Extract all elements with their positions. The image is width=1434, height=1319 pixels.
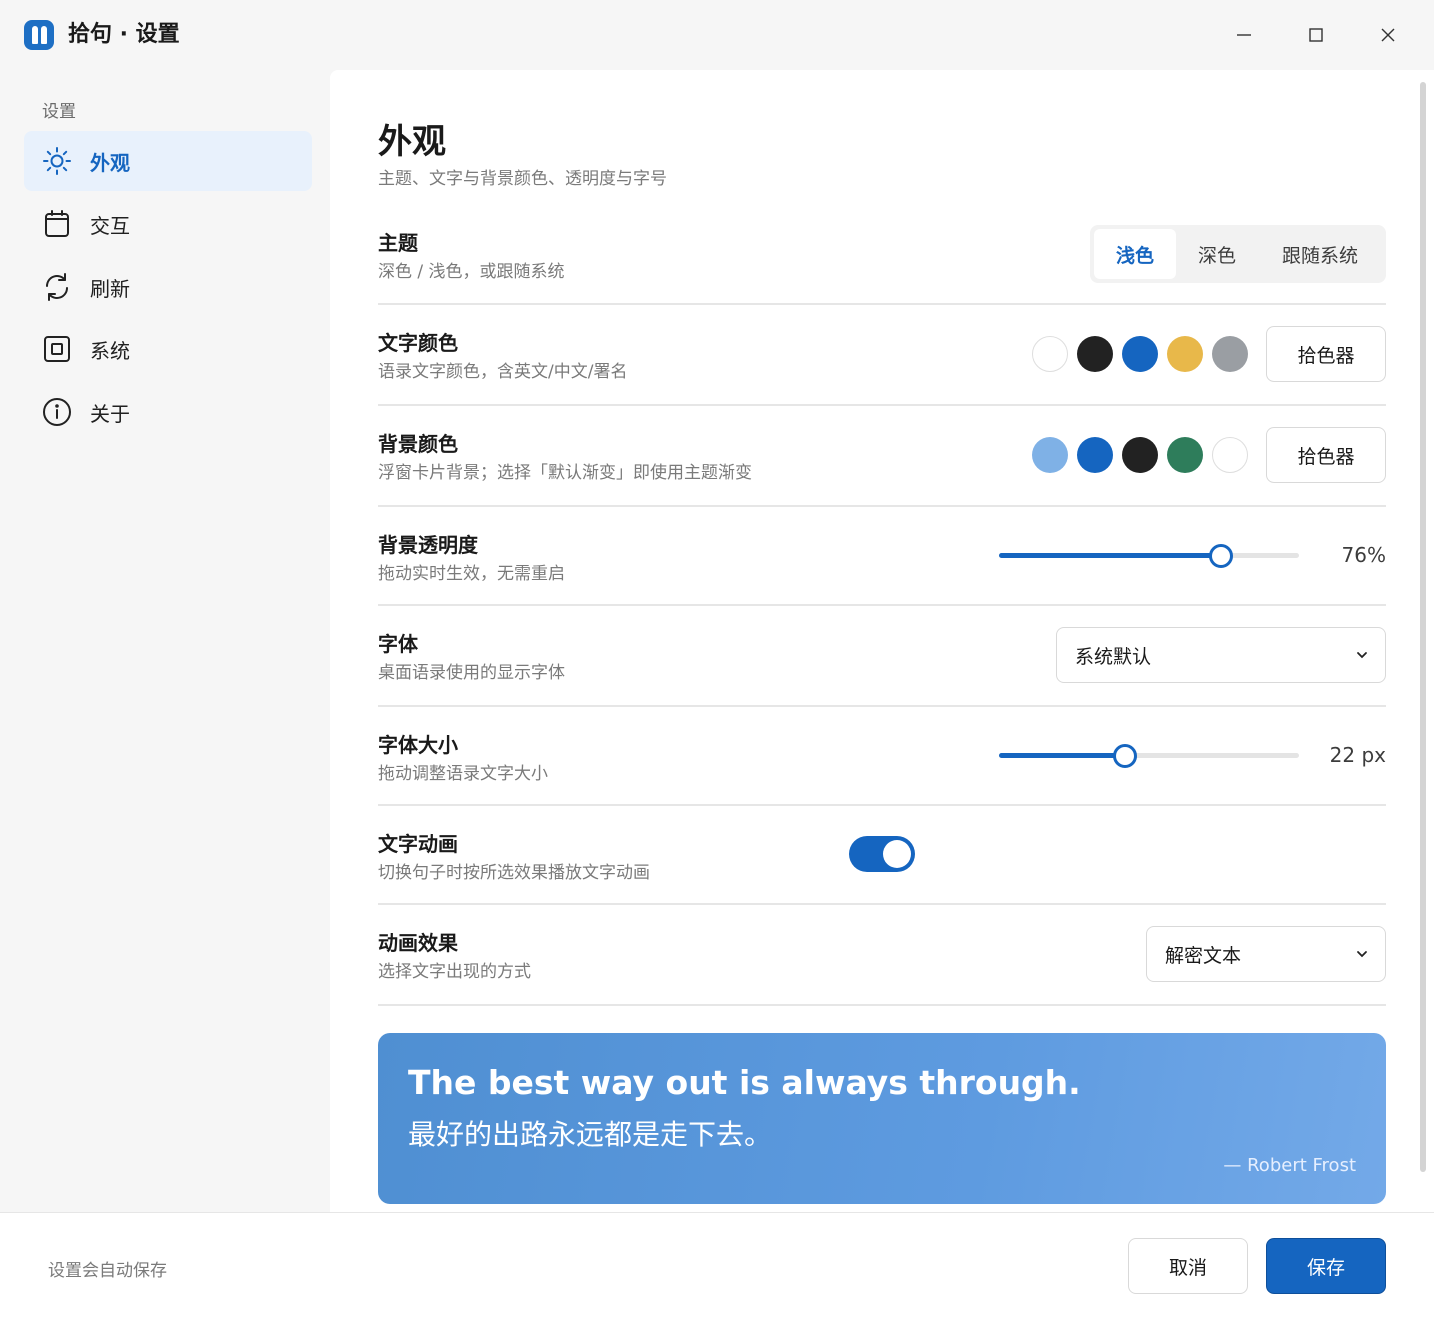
bg-color-swatch-black[interactable] [1122, 437, 1158, 473]
theme-segmented-control: 浅色 深色 跟随系统 [1090, 225, 1386, 283]
maximize-icon [1309, 28, 1323, 42]
minimize-icon [1237, 34, 1251, 36]
row-description: 浮窗卡片背景；选择「默认渐变」即使用主题渐变 [378, 463, 752, 483]
row-title: 文字动画 [378, 832, 458, 856]
font-size-row: 字体大小 拖动调整语录文字大小 22 px [378, 707, 1386, 806]
font-size-value: 22 px [1329, 743, 1386, 767]
theme-option-light[interactable]: 浅色 [1094, 229, 1176, 279]
animation-effect-select[interactable]: 解密文本 [1146, 926, 1386, 982]
sidebar-item-about[interactable]: 关于 [24, 382, 312, 442]
bg-color-swatch-default-gradient[interactable] [1032, 437, 1068, 473]
sun-icon [40, 144, 74, 178]
bg-color-row: 背景颜色 浮窗卡片背景；选择「默认渐变」即使用主题渐变 拾色器 [378, 406, 1386, 507]
cancel-button[interactable]: 取消 [1128, 1238, 1248, 1294]
preview-english-quote: The best way out is always through. [408, 1063, 1081, 1102]
opacity-row: 背景透明度 拖动实时生效，无需重启 76% [378, 507, 1386, 606]
page-subtitle: 主题、文字与背景颜色、透明度与字号 [378, 169, 667, 189]
maximize-button[interactable] [1301, 20, 1331, 50]
info-icon [40, 395, 74, 429]
text-animation-row: 文字动画 切换句子时按所选效果播放文字动画 [378, 806, 1386, 905]
footer-bar: 设置会自动保存 取消 保存 [0, 1212, 1434, 1319]
calendar-icon [40, 207, 74, 241]
text-color-swatch-gray[interactable] [1212, 336, 1248, 372]
sidebar-item-interaction[interactable]: 交互 [24, 194, 312, 254]
quote-preview-card: The best way out is always through. 最好的出… [378, 1033, 1386, 1204]
opacity-value: 76% [1341, 543, 1386, 567]
row-description: 桌面语录使用的显示字体 [378, 663, 565, 683]
row-title: 字体 [378, 632, 418, 656]
row-title: 主题 [378, 231, 418, 255]
sidebar-item-label: 刷新 [90, 276, 130, 301]
sidebar-item-appearance[interactable]: 外观 [24, 131, 312, 191]
font-select-value: 系统默认 [1075, 645, 1152, 668]
row-description: 拖动实时生效，无需重启 [378, 564, 565, 584]
row-description: 选择文字出现的方式 [378, 962, 531, 982]
text-color-picker-button[interactable]: 拾色器 [1266, 326, 1386, 382]
row-title: 背景颜色 [378, 432, 458, 456]
theme-option-dark[interactable]: 深色 [1176, 229, 1258, 279]
sidebar-header: 设置 [42, 102, 76, 122]
minimize-button[interactable] [1229, 20, 1259, 50]
row-title: 字体大小 [378, 733, 458, 757]
save-button[interactable]: 保存 [1266, 1238, 1386, 1294]
sidebar-item-label: 交互 [90, 213, 130, 238]
close-button[interactable] [1373, 20, 1403, 50]
bg-color-swatch-blue[interactable] [1077, 437, 1113, 473]
text-animation-toggle[interactable] [849, 836, 915, 872]
quote-logo-icon [24, 20, 54, 50]
sidebar-item-refresh[interactable]: 刷新 [24, 257, 312, 317]
autosave-hint: 设置会自动保存 [48, 1261, 167, 1281]
text-color-row: 文字颜色 语录文字颜色，含英文/中文/署名 拾色器 [378, 305, 1386, 406]
divider [378, 1004, 1386, 1006]
slider-thumb[interactable] [1113, 744, 1137, 768]
bg-color-swatch-green[interactable] [1167, 437, 1203, 473]
row-title: 背景透明度 [378, 533, 478, 557]
close-icon [1381, 28, 1395, 42]
font-select[interactable]: 系统默认 [1056, 627, 1386, 683]
row-title: 文字颜色 [378, 331, 458, 355]
text-color-swatch-white[interactable] [1032, 336, 1068, 372]
row-title: 动画效果 [378, 931, 458, 955]
settings-panel: 外观 主题、文字与背景颜色、透明度与字号 主题 深色 / 浅色，或跟随系统 浅色… [330, 70, 1434, 1212]
toggle-knob [883, 840, 911, 868]
sidebar-item-label: 关于 [90, 401, 130, 426]
sidebar-item-label: 系统 [90, 338, 130, 363]
preview-chinese-quote: 最好的出路永远都是走下去。 [408, 1118, 773, 1151]
sidebar-item-label: 外观 [90, 150, 130, 175]
sidebar: 设置 外观 交互 刷新 系统 关于 [0, 70, 330, 1212]
chevron-down-icon [1357, 652, 1367, 659]
row-description: 拖动调整语录文字大小 [378, 764, 548, 784]
text-color-swatch-yellow[interactable] [1167, 336, 1203, 372]
bg-color-picker-button[interactable]: 拾色器 [1266, 427, 1386, 483]
row-description: 深色 / 浅色，或跟随系统 [378, 262, 565, 282]
bg-color-swatch-white[interactable] [1212, 437, 1248, 473]
theme-row: 主题 深色 / 浅色，或跟随系统 浅色 深色 跟随系统 [378, 225, 1386, 305]
window-title: 拾句 · 设置 [68, 22, 180, 47]
font-row: 字体 桌面语录使用的显示字体 系统默认 [378, 606, 1386, 707]
animation-effect-row: 动画效果 选择文字出现的方式 解密文本 [378, 905, 1386, 1006]
theme-option-system[interactable]: 跟随系统 [1258, 229, 1382, 279]
row-description: 语录文字颜色，含英文/中文/署名 [378, 362, 628, 382]
sidebar-item-system[interactable]: 系统 [24, 319, 312, 379]
slider-fill [999, 753, 1125, 758]
title-bar: 拾句 · 设置 [0, 0, 1434, 70]
row-description: 切换句子时按所选效果播放文字动画 [378, 863, 650, 883]
system-icon [40, 332, 74, 366]
opacity-slider[interactable] [999, 544, 1299, 568]
scrollbar[interactable] [1420, 82, 1426, 1172]
chevron-down-icon [1357, 951, 1367, 958]
text-color-swatch-black[interactable] [1077, 336, 1113, 372]
text-color-swatch-blue[interactable] [1122, 336, 1158, 372]
animation-effect-value: 解密文本 [1165, 944, 1242, 967]
slider-thumb[interactable] [1209, 544, 1233, 568]
font-size-slider[interactable] [999, 744, 1299, 768]
slider-fill [999, 553, 1221, 558]
page-title: 外观 [378, 122, 446, 162]
refresh-icon [40, 270, 74, 304]
preview-author: — Robert Frost [1223, 1155, 1356, 1176]
